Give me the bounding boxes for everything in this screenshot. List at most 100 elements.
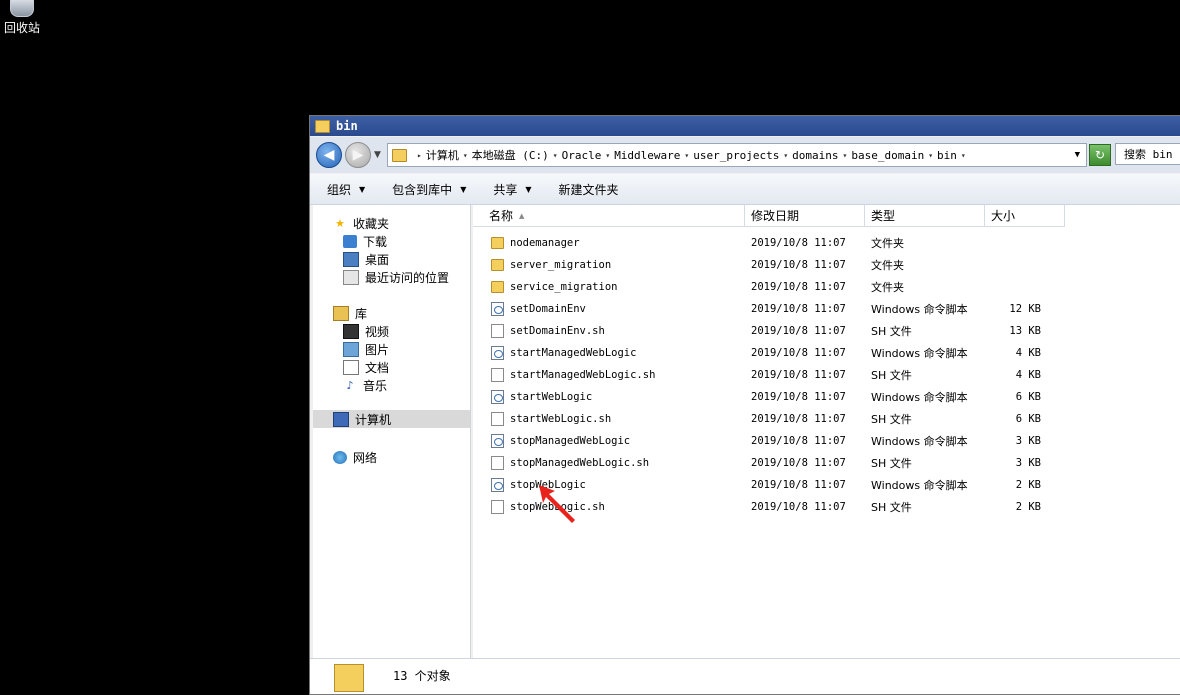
chevron-down-icon: ▼ [460, 184, 467, 194]
breadcrumb-middleware[interactable]: Middleware [614, 149, 680, 162]
arrow-right-icon: ▶ [352, 147, 364, 163]
nav-downloads[interactable]: 下载 [343, 233, 387, 250]
column-header-size[interactable]: 大小 [985, 205, 1065, 226]
column-header-date[interactable]: 修改日期 [745, 205, 865, 226]
breadcrumb-local-disk[interactable]: 本地磁盘 (C:) [472, 147, 549, 163]
explorer-window: bin ◀ ▶ ▼ ▸ 计算机 ▾ 本地磁盘 (C:) ▾ Oracle ▾ M… [309, 115, 1180, 695]
file-row[interactable]: setDomainEnv.sh 2019/10/8 11:07 SH 文件 13 KB [473, 320, 1049, 342]
chevron-right-icon[interactable]: ▸ [417, 151, 422, 160]
music-note-icon: ♪ [346, 379, 354, 392]
batch-script-icon [491, 478, 504, 492]
breadcrumb-oracle[interactable]: Oracle [562, 149, 602, 162]
back-button[interactable]: ◀ [316, 142, 342, 168]
file-size: 2 KB [1015, 501, 1041, 513]
chevron-down-icon[interactable]: ▾ [605, 151, 610, 160]
title-bar[interactable]: bin [310, 116, 1180, 136]
breadcrumb-base-domain[interactable]: base_domain [851, 149, 924, 162]
file-name: startManagedWebLogic [510, 347, 637, 359]
file-row[interactable]: stopManagedWebLogic.sh 2019/10/8 11:07 SH … [473, 452, 1049, 474]
file-icon [491, 456, 504, 470]
organize-button[interactable]: 组织 ▼ [310, 181, 375, 198]
file-row[interactable]: nodemanager 2019/10/8 11:07 文件夹 [473, 232, 1049, 254]
chevron-down-icon[interactable]: ▾ [783, 151, 788, 160]
refresh-button[interactable]: ↻ [1089, 144, 1111, 166]
file-size: 12 KB [1009, 303, 1041, 315]
file-row[interactable]: startWebLogic 2019/10/8 11:07 Windows 命令脚本… [473, 386, 1049, 408]
include-in-library-button[interactable]: 包含到库中 ▼ [375, 181, 476, 198]
chevron-down-icon[interactable]: ▾ [553, 151, 558, 160]
search-placeholder: 搜索 bin [1124, 148, 1173, 161]
nav-recent-places[interactable]: 最近访问的位置 [343, 269, 449, 286]
nav-favorites[interactable]: ★ 收藏夹 [333, 215, 389, 232]
recycle-bin-label: 回收站 [3, 21, 40, 35]
nav-network[interactable]: 网络 [333, 449, 377, 466]
nav-documents[interactable]: 文档 [343, 359, 389, 376]
navigation-pane: ★ 收藏夹 下载 桌面 最近访问的位置 库 视频 图片 文档 ♪ 音乐 计算机 … [313, 205, 471, 658]
file-row[interactable]: stopManagedWebLogic 2019/10/8 11:07 Window… [473, 430, 1049, 452]
breadcrumb-user-projects[interactable]: user_projects [693, 149, 779, 162]
file-date: 2019/10/8 11:07 [751, 369, 846, 381]
nav-pictures[interactable]: 图片 [343, 341, 389, 358]
file-type: 文件夹 [871, 237, 904, 250]
file-row[interactable]: setDomainEnv 2019/10/8 11:07 Windows 命令脚本 1… [473, 298, 1049, 320]
breadcrumb-bin[interactable]: bin [937, 149, 957, 162]
file-name-cell: setDomainEnv.sh [473, 324, 729, 338]
nav-music[interactable]: ♪ 音乐 [343, 377, 387, 394]
computer-icon [333, 411, 349, 427]
file-date: 2019/10/8 11:07 [751, 413, 846, 425]
file-name: server_migration [510, 259, 612, 271]
file-name-cell: service_migration [473, 281, 729, 293]
command-bar: 组织 ▼ 包含到库中 ▼ 共享 ▼ 新建文件夹 [310, 174, 1180, 205]
annotation-arrow-icon [539, 485, 575, 523]
file-type: 文件夹 [871, 281, 904, 294]
file-size: 6 KB [1015, 391, 1041, 403]
file-row[interactable]: service_migration 2019/10/8 11:07 文件夹 [473, 276, 1049, 298]
column-header-name[interactable]: 名称 ▲ [473, 205, 745, 226]
breadcrumb-domains[interactable]: domains [792, 149, 838, 162]
address-bar[interactable]: ▸ 计算机 ▾ 本地磁盘 (C:) ▾ Oracle ▾ Middleware … [387, 143, 1087, 167]
nav-label: 图片 [365, 343, 390, 357]
chevron-down-icon[interactable]: ▾ [961, 151, 966, 160]
chevron-down-icon[interactable]: ▾ [843, 151, 848, 160]
column-label: 大小 [991, 209, 1016, 223]
file-type: Windows 命令脚本 [871, 303, 968, 316]
file-type: 文件夹 [871, 259, 904, 272]
column-label: 名称 [489, 209, 514, 223]
file-row[interactable]: server_migration 2019/10/8 11:07 文件夹 [473, 254, 1049, 276]
file-icon [491, 500, 504, 514]
new-folder-label: 新建文件夹 [558, 182, 619, 197]
arrow-left-icon: ◀ [323, 147, 335, 163]
details-pane: 13 个对象 [310, 658, 1180, 694]
search-input[interactable]: 搜索 bin [1115, 143, 1180, 165]
column-header-type[interactable]: 类型 [865, 205, 985, 226]
batch-script-icon [491, 302, 504, 316]
recent-pages-chevron-icon[interactable]: ▼ [374, 150, 381, 160]
nav-label: 收藏夹 [353, 217, 390, 231]
chevron-down-icon[interactable]: ▾ [684, 151, 689, 160]
file-date: 2019/10/8 11:07 [751, 259, 846, 271]
nav-computer[interactable]: 计算机 [313, 410, 470, 428]
chevron-down-icon[interactable]: ▾ [928, 151, 933, 160]
breadcrumb-computer[interactable]: 计算机 [426, 147, 459, 163]
nav-label: 下载 [363, 235, 388, 249]
nav-desktop[interactable]: 桌面 [343, 251, 389, 268]
file-row[interactable]: startWebLogic.sh 2019/10/8 11:07 SH 文件 6 KB [473, 408, 1049, 430]
file-name: nodemanager [510, 237, 580, 249]
nav-label: 音乐 [363, 379, 388, 393]
address-dropdown-icon[interactable]: ▼ [1075, 150, 1080, 160]
nav-videos[interactable]: 视频 [343, 323, 389, 340]
file-row[interactable]: startManagedWebLogic.sh 2019/10/8 11:07 SH… [473, 364, 1049, 386]
file-date: 2019/10/8 11:07 [751, 435, 846, 447]
file-type: SH 文件 [871, 413, 912, 426]
forward-button[interactable]: ▶ [345, 142, 371, 168]
file-row[interactable]: startManagedWebLogic 2019/10/8 11:07 Windo… [473, 342, 1049, 364]
share-button[interactable]: 共享 ▼ [476, 181, 541, 198]
refresh-icon: ↻ [1094, 148, 1106, 162]
new-folder-button[interactable]: 新建文件夹 [542, 181, 629, 198]
recycle-bin-desktop-icon[interactable]: 回收站 [0, 0, 44, 36]
file-date: 2019/10/8 11:07 [751, 303, 846, 315]
window-title: bin [336, 119, 358, 133]
chevron-down-icon[interactable]: ▾ [463, 151, 468, 160]
nav-libraries[interactable]: 库 [333, 305, 367, 322]
file-name: setDomainEnv.sh [510, 325, 605, 337]
